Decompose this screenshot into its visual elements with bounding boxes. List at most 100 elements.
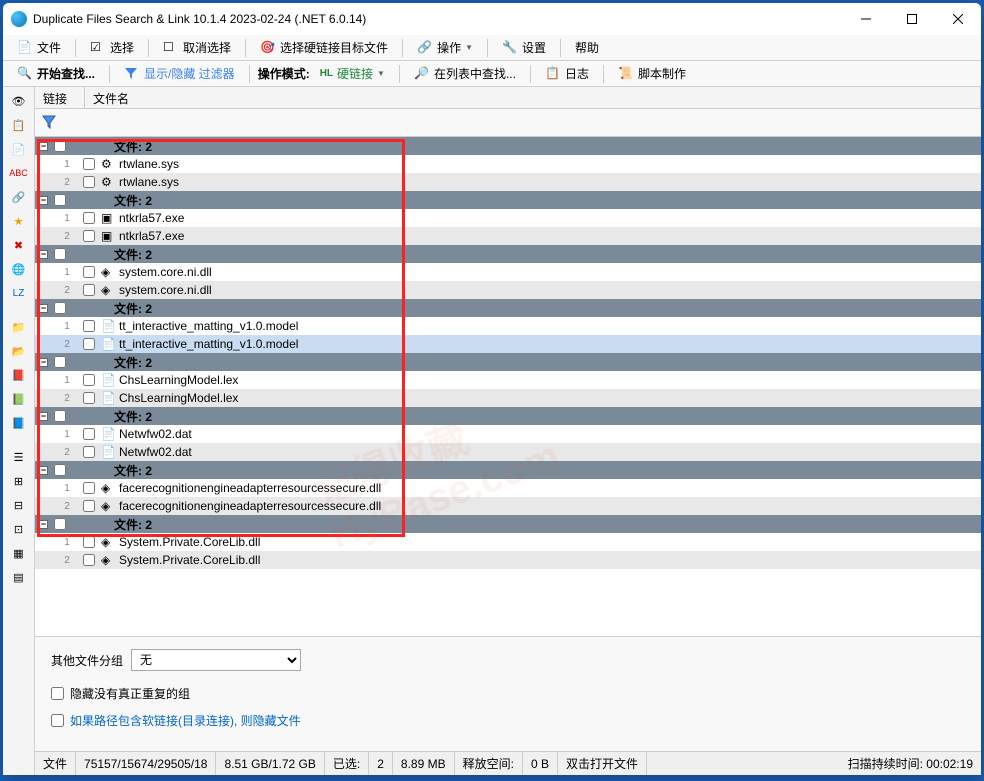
script-button[interactable]: 📜脚本制作 [612,63,692,84]
file-row[interactable]: 1📄Netwfw02.dat [35,425,981,443]
collapse-icon[interactable]: − [39,250,48,259]
funnel-icon[interactable] [41,114,59,132]
file-list[interactable]: 记得收藏HyBase.com −文件: 21⚙rtwlane.sys2⚙rtwl… [35,137,981,636]
group-header[interactable]: −文件: 2 [35,137,981,155]
group-checkbox[interactable] [54,356,66,368]
col-filename[interactable]: 文件名 [85,87,981,108]
collapse-icon[interactable]: − [39,358,48,367]
file-row[interactable]: 1◈system.core.ni.dll [35,263,981,281]
menu-help[interactable]: 帮助 [569,37,605,58]
file-row[interactable]: 2▣ntkrla57.exe [35,227,981,245]
group-checkbox[interactable] [54,140,66,152]
hide-symlink-input[interactable] [51,714,64,727]
file-row[interactable]: 2◈system.core.ni.dll [35,281,981,299]
col-link[interactable]: 链接 [35,87,85,108]
group-header[interactable]: −文件: 2 [35,245,981,263]
group-checkbox[interactable] [54,518,66,530]
tool-delete[interactable]: ✖ [7,235,31,255]
file-row[interactable]: 1▣ntkrla57.exe [35,209,981,227]
tool-star[interactable]: ★ [7,211,31,231]
hide-symlink-checkbox[interactable]: 如果路径包含软链接(目录连接), 则隐藏文件 [51,712,965,729]
row-checkbox[interactable] [83,266,95,278]
tool-g8[interactable]: ⊟ [7,495,31,515]
group-header[interactable]: −文件: 2 [35,191,981,209]
row-checkbox[interactable] [83,212,95,224]
group-header[interactable]: −文件: 2 [35,515,981,533]
tool-link[interactable]: 🔗 [7,187,31,207]
tool-g2[interactable]: 📂 [7,341,31,361]
row-checkbox[interactable] [83,482,95,494]
menu-settings[interactable]: 🔧设置 [496,37,552,58]
tool-g7[interactable]: ⊞ [7,471,31,491]
tool-copy[interactable]: 📋 [7,115,31,135]
tool-eye[interactable]: 👁 [7,91,31,111]
row-checkbox[interactable] [83,428,95,440]
other-group-select[interactable]: 无 [131,649,301,671]
file-row[interactable]: 1⚙rtwlane.sys [35,155,981,173]
tool-g6[interactable]: ☰ [7,447,31,467]
row-checkbox[interactable] [83,554,95,566]
collapse-icon[interactable]: − [39,142,48,151]
find-in-list-button[interactable]: 🔎在列表中查找... [408,63,522,84]
menu-deselect[interactable]: ☐取消选择 [157,37,237,58]
group-checkbox[interactable] [54,410,66,422]
row-checkbox[interactable] [83,230,95,242]
file-row[interactable]: 2⚙rtwlane.sys [35,173,981,191]
collapse-icon[interactable]: − [39,466,48,475]
tool-g10[interactable]: ▦ [7,543,31,563]
group-checkbox[interactable] [54,248,66,260]
group-checkbox[interactable] [54,302,66,314]
toggle-filter-button[interactable]: 显示/隐藏 过滤器 [118,63,241,84]
file-row[interactable]: 1📄ChsLearningModel.lex [35,371,981,389]
row-checkbox[interactable] [83,446,95,458]
menu-operate[interactable]: 🔗操作▼ [411,37,479,58]
collapse-icon[interactable]: − [39,304,48,313]
tool-g11[interactable]: ▤ [7,567,31,587]
menu-select[interactable]: ☑选择 [84,37,140,58]
file-row[interactable]: 1📄tt_interactive_matting_v1.0.model [35,317,981,335]
file-row[interactable]: 2📄ChsLearningModel.lex [35,389,981,407]
file-row[interactable]: 2📄Netwfw02.dat [35,443,981,461]
file-row[interactable]: 2📄tt_interactive_matting_v1.0.model [35,335,981,353]
hide-no-dup-checkbox[interactable]: 隐藏没有真正重复的组 [51,685,965,702]
close-button[interactable] [935,3,981,35]
file-row[interactable]: 2◈facerecognitionengineadapterresourcess… [35,497,981,515]
tool-g5[interactable]: 📘 [7,413,31,433]
row-checkbox[interactable] [83,500,95,512]
group-header[interactable]: −文件: 2 [35,461,981,479]
file-row[interactable]: 2◈System.Private.CoreLib.dll [35,551,981,569]
tool-globe[interactable]: 🌐 [7,259,31,279]
row-checkbox[interactable] [83,374,95,386]
collapse-icon[interactable]: − [39,520,48,529]
row-checkbox[interactable] [83,284,95,296]
menu-hardlink-target[interactable]: 🎯选择硬链接目标文件 [254,37,394,58]
row-checkbox[interactable] [83,338,95,350]
maximize-button[interactable] [889,3,935,35]
tool-abc[interactable]: ABC [7,163,31,183]
log-button[interactable]: 📋日志 [539,63,595,84]
tool-g3[interactable]: 📕 [7,365,31,385]
group-checkbox[interactable] [54,194,66,206]
tool-paste[interactable]: 📄 [7,139,31,159]
minimize-button[interactable] [843,3,889,35]
group-header[interactable]: −文件: 2 [35,353,981,371]
hide-no-dup-input[interactable] [51,687,64,700]
start-search-button[interactable]: 🔍开始查找... [11,63,101,84]
tool-g9[interactable]: ⊡ [7,519,31,539]
tool-lz[interactable]: LZ [7,283,31,303]
group-checkbox[interactable] [54,464,66,476]
row-checkbox[interactable] [83,536,95,548]
file-row[interactable]: 1◈facerecognitionengineadapterresourcess… [35,479,981,497]
row-checkbox[interactable] [83,176,95,188]
row-checkbox[interactable] [83,392,95,404]
menu-file[interactable]: 📄文件 [11,37,67,58]
tool-g4[interactable]: 📗 [7,389,31,409]
group-header[interactable]: −文件: 2 [35,407,981,425]
group-header[interactable]: −文件: 2 [35,299,981,317]
row-checkbox[interactable] [83,158,95,170]
collapse-icon[interactable]: − [39,196,48,205]
collapse-icon[interactable]: − [39,412,48,421]
file-row[interactable]: 1◈System.Private.CoreLib.dll [35,533,981,551]
hardlink-mode[interactable]: HL硬链接▼ [314,63,391,84]
tool-g1[interactable]: 📁 [7,317,31,337]
